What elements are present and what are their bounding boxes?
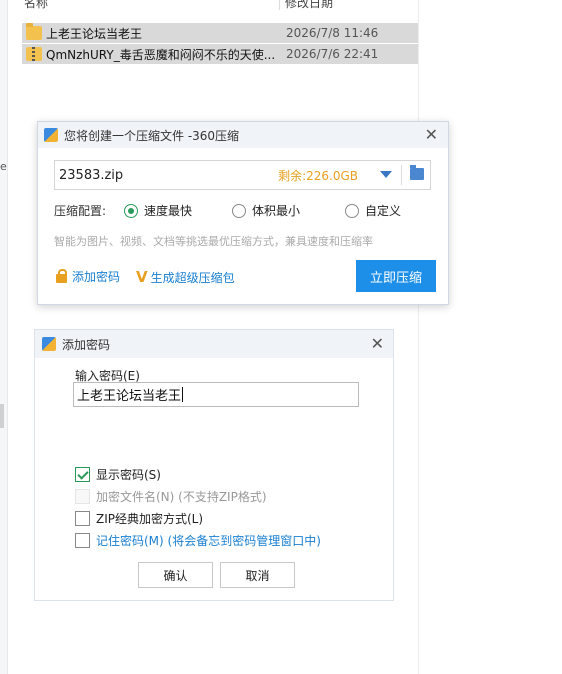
text-caret bbox=[182, 387, 184, 402]
file-date: 2026/7/8 11:46 bbox=[286, 26, 379, 40]
password-value[interactable]: 上老王论坛当老王 bbox=[77, 385, 181, 404]
file-date: 2026/7/6 22:41 bbox=[286, 47, 379, 61]
encrypt-filename-checkbox bbox=[75, 489, 90, 504]
option-label: 记住密码(M) (将会备忘到密码管理窗口中) bbox=[96, 534, 321, 548]
archive-path-field[interactable]: 23583.zip 剩余:226.0GB bbox=[54, 160, 431, 190]
navigation-pane-label: e bbox=[0, 160, 7, 173]
config-label: 压缩配置: bbox=[54, 204, 107, 218]
compress-dialog-title: 您将创建一个压缩文件 -360压缩 bbox=[64, 128, 240, 143]
password-dialog-titlebar[interactable]: 添加密码 bbox=[35, 330, 393, 358]
option-label: 体积最小 bbox=[252, 204, 301, 218]
360zip-icon bbox=[44, 128, 58, 142]
file-name: QmNzhURY_毒舌恶魔和闷闷不乐的天使... bbox=[46, 47, 276, 62]
lock-icon bbox=[56, 269, 67, 283]
encrypt-filename-option: 加密文件名(N) (不支持ZIP格式) bbox=[75, 488, 267, 505]
option-fastest[interactable]: 速度最快 bbox=[124, 202, 192, 219]
option-label: 自定义 bbox=[365, 204, 402, 218]
compression-hint: 智能为图片、视频、文档等挑选最优压缩方式，兼具速度和压缩率 bbox=[54, 235, 373, 248]
password-dialog-title: 添加密码 bbox=[62, 337, 111, 352]
option-custom[interactable]: 自定义 bbox=[345, 202, 401, 219]
add-password-link[interactable]: 添加密码 bbox=[56, 268, 120, 285]
file-row[interactable]: QmNzhURY_毒舌恶魔和闷闷不乐的天使... 2026/7/6 22:41 bbox=[22, 44, 418, 64]
add-password-label: 添加密码 bbox=[72, 270, 121, 284]
show-password-checkbox[interactable] bbox=[75, 467, 90, 482]
option-label: 速度最快 bbox=[144, 204, 193, 218]
compression-config: 压缩配置: bbox=[54, 202, 106, 219]
compress-now-button[interactable]: 立即压缩 bbox=[356, 260, 436, 292]
column-header-name[interactable]: 名称 bbox=[24, 0, 48, 11]
radio-custom[interactable] bbox=[345, 203, 359, 218]
add-password-dialog: 添加密码 ✕ 输入密码(E) 上老王论坛当老王 显示密码(S) 加密文件名(N)… bbox=[34, 329, 394, 601]
option-label: 显示密码(S) bbox=[96, 468, 161, 482]
column-divider bbox=[418, 0, 419, 674]
compress-dialog: 您将创建一个压缩文件 -360压缩 ✕ 23583.zip 剩余:226.0GB… bbox=[37, 121, 449, 305]
super-package-link[interactable]: V 生成超级压缩包 bbox=[136, 268, 235, 286]
compress-dialog-titlebar[interactable]: 您将创建一个压缩文件 -360压缩 bbox=[38, 122, 448, 148]
show-password-option[interactable]: 显示密码(S) bbox=[75, 466, 161, 483]
file-row[interactable]: 上老王论坛当老王 2026/7/8 11:46 bbox=[22, 23, 418, 43]
folder-icon bbox=[26, 23, 42, 40]
password-input[interactable]: 上老王论坛当老王 bbox=[73, 382, 359, 407]
cancel-button[interactable]: 取消 bbox=[220, 562, 295, 588]
close-icon[interactable]: ✕ bbox=[425, 125, 438, 144]
radio-smallest[interactable] bbox=[232, 203, 246, 218]
zip-classic-encryption-option[interactable]: ZIP经典加密方式(L) bbox=[75, 510, 203, 527]
close-icon[interactable]: ✕ bbox=[371, 334, 384, 353]
divider bbox=[401, 165, 402, 185]
360zip-icon bbox=[42, 337, 56, 351]
remember-password-option[interactable]: 记住密码(M) (将会备忘到密码管理窗口中) bbox=[75, 532, 321, 549]
option-label: ZIP经典加密方式(L) bbox=[96, 512, 204, 526]
file-name: 上老王论坛当老王 bbox=[46, 26, 143, 41]
confirm-button[interactable]: 确认 bbox=[138, 562, 213, 588]
navigation-scrollbar[interactable] bbox=[0, 404, 4, 428]
remember-password-checkbox[interactable] bbox=[75, 533, 90, 548]
radio-fastest[interactable] bbox=[124, 203, 138, 218]
chevron-down-icon[interactable] bbox=[380, 171, 392, 178]
vip-v-icon: V bbox=[136, 268, 148, 286]
zip-file-icon bbox=[26, 47, 42, 61]
super-package-label: 生成超级压缩包 bbox=[150, 270, 235, 285]
column-separator[interactable] bbox=[279, 0, 280, 10]
free-space-label: 剩余:226.0GB bbox=[278, 168, 358, 183]
folder-browse-icon[interactable] bbox=[410, 165, 424, 180]
archive-filename[interactable]: 23583.zip bbox=[59, 168, 123, 183]
option-label: 加密文件名(N) (不支持ZIP格式) bbox=[96, 490, 267, 504]
navigation-pane-edge bbox=[0, 0, 8, 674]
column-header: 名称 修改日期 bbox=[0, 0, 418, 12]
option-smallest[interactable]: 体积最小 bbox=[232, 202, 300, 219]
zip-classic-encryption-checkbox[interactable] bbox=[75, 511, 90, 526]
column-header-date[interactable]: 修改日期 bbox=[285, 0, 333, 11]
